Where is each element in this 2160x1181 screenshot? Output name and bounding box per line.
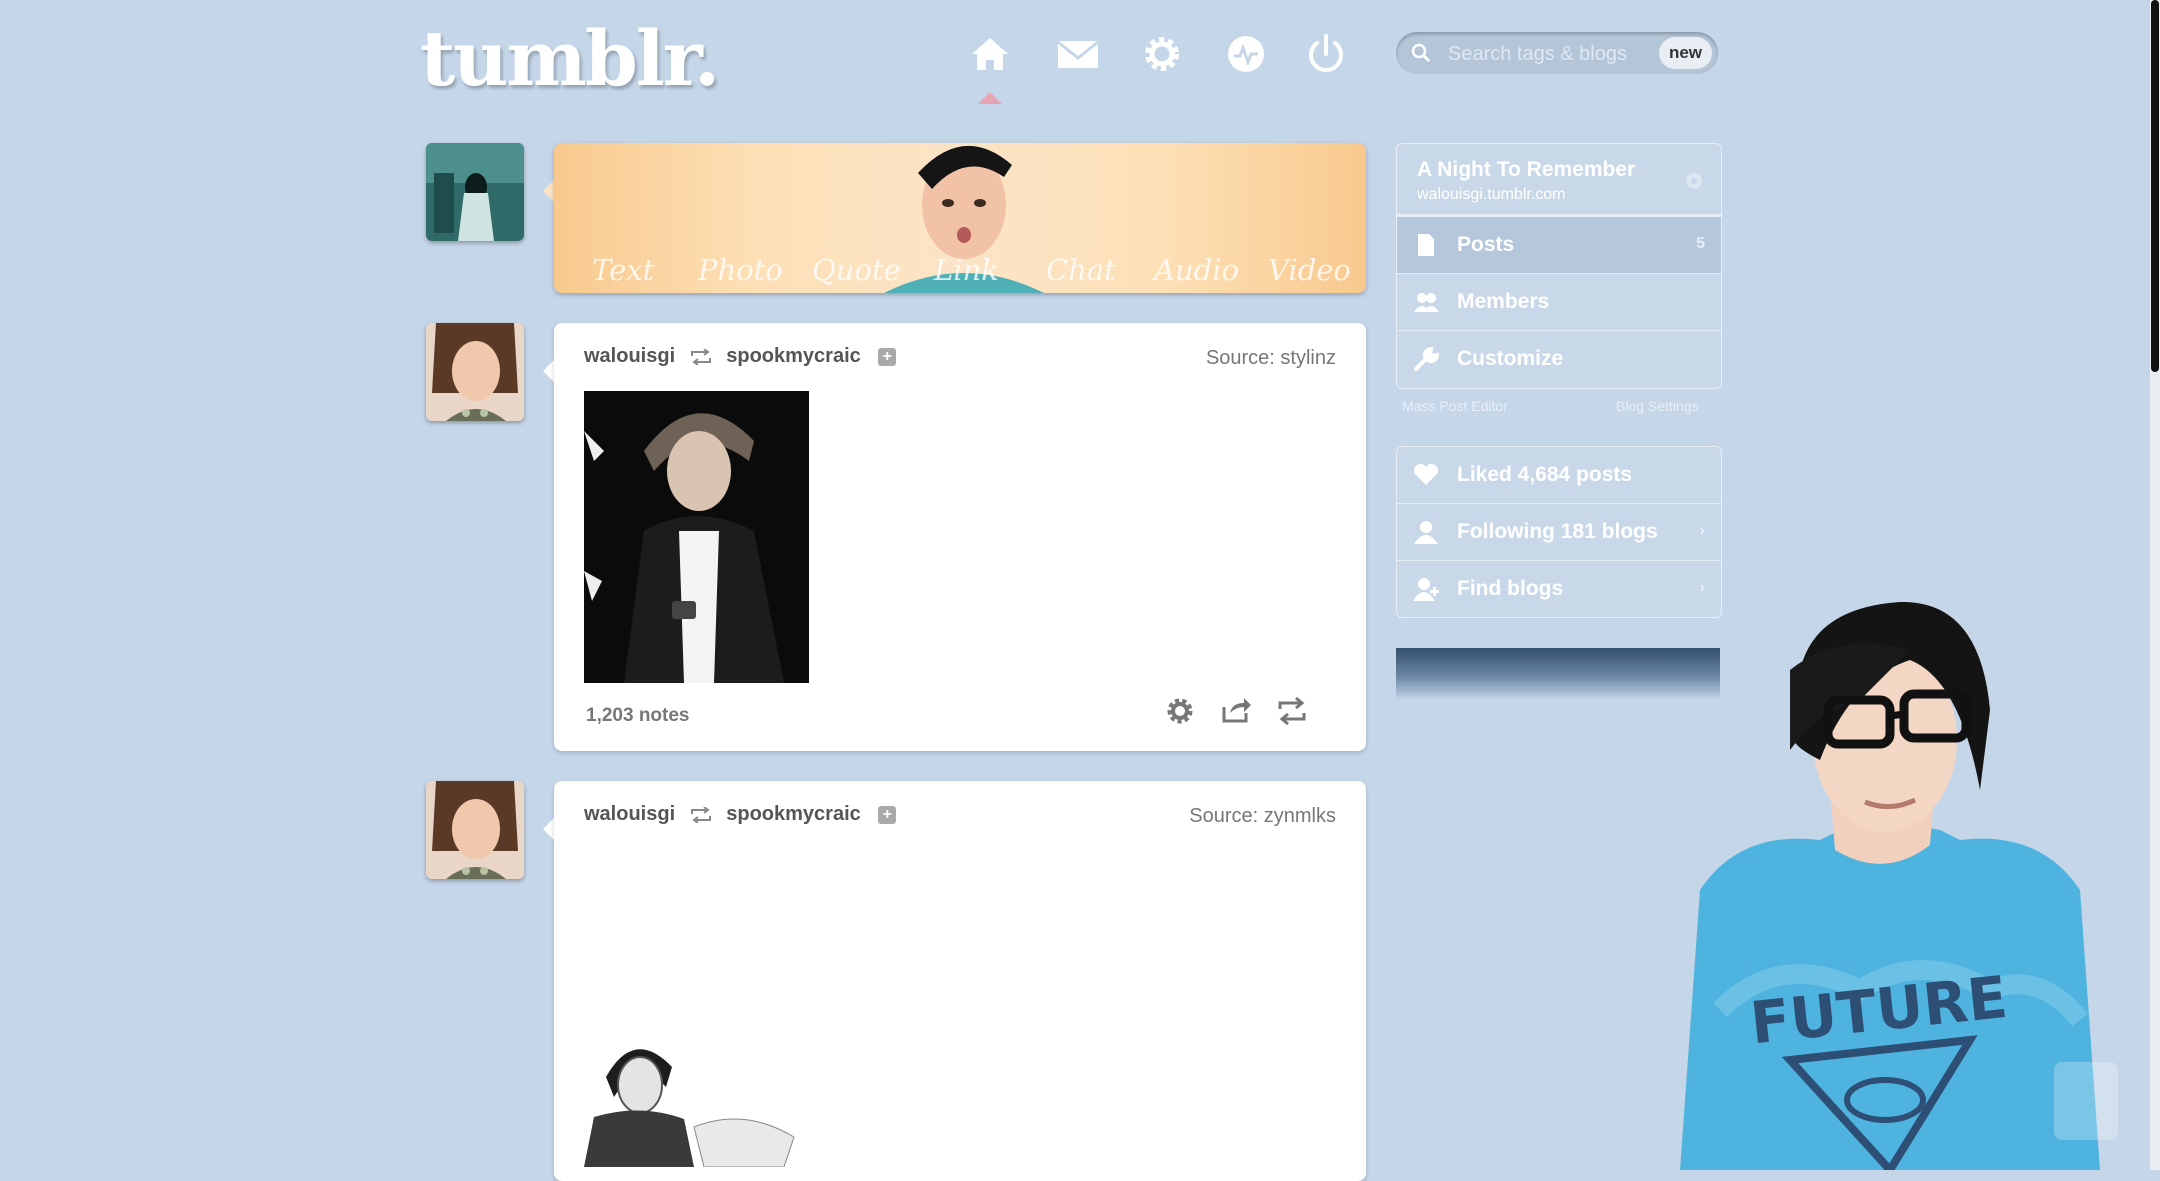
new-badge: new	[1658, 37, 1712, 69]
members-icon	[1414, 293, 1439, 312]
post: walouisgi spookmycraic + Source: stylinz…	[554, 323, 1366, 751]
post-source[interactable]: Source: stylinz	[1206, 347, 1336, 370]
follow-plus-icon[interactable]: +	[878, 347, 897, 366]
post-type-photo[interactable]: Photo	[698, 253, 783, 287]
sidebar-item-label: Members	[1457, 290, 1550, 313]
reblogged-from[interactable]: spookmycraic	[726, 803, 861, 825]
post-box-pointer	[543, 180, 554, 202]
wrench-icon	[1414, 347, 1439, 371]
active-nav-caret	[978, 92, 1002, 104]
sidebar-item-members[interactable]: Members	[1397, 273, 1721, 330]
posts-icon	[1418, 234, 1434, 256]
blog-url[interactable]: walouisgi.tumblr.com	[1417, 186, 1566, 204]
follow-plus-icon[interactable]: +	[878, 805, 897, 824]
post-type-chat[interactable]: Chat	[1046, 253, 1116, 287]
gear-icon[interactable]	[1138, 30, 1186, 78]
post: walouisgi spookmycraic + Source: zynmlks	[554, 781, 1366, 1181]
tumblr-logo[interactable]: tumblr.	[420, 14, 720, 103]
person-icon	[1414, 521, 1438, 544]
share-icon[interactable]	[1220, 693, 1252, 725]
sidebar-item-likes[interactable]: Liked 4,684 posts	[1397, 447, 1721, 503]
blog-gear-icon[interactable]	[1683, 170, 1705, 192]
post-type-video[interactable]: Video	[1268, 253, 1351, 287]
post-pointer	[543, 360, 554, 382]
post-source[interactable]: Source: zynmlks	[1189, 805, 1336, 828]
post-type-text[interactable]: Text	[592, 253, 654, 287]
mail-icon[interactable]	[1054, 30, 1102, 78]
sidebar-item-customize[interactable]: Customize	[1397, 330, 1721, 387]
scrollbar[interactable]	[2150, 0, 2160, 1170]
reblog-icon	[690, 806, 711, 823]
sidebar-item-following[interactable]: Following 181 blogs ›	[1397, 503, 1721, 560]
blog-menu: A Night To Remember walouisgi.tumblr.com…	[1396, 143, 1722, 389]
search-icon	[1411, 43, 1431, 63]
reblogged-from[interactable]: spookmycraic	[726, 345, 861, 367]
post-author[interactable]: walouisgi	[584, 803, 675, 825]
post-type-link[interactable]: Link	[934, 253, 999, 287]
blog-header[interactable]: A Night To Remember walouisgi.tumblr.com	[1397, 144, 1721, 216]
reblog-icon	[690, 348, 711, 365]
webcam-overlay-person: FUTURE	[1680, 601, 2100, 1170]
power-icon[interactable]	[1302, 30, 1350, 78]
sidebar-item-posts[interactable]: Posts 5	[1397, 216, 1721, 273]
sidebar-item-label: Posts	[1457, 233, 1515, 256]
notes-count[interactable]: 1,203 notes	[586, 705, 690, 727]
post-author-avatar[interactable]	[426, 781, 524, 879]
chevron-right-icon: ›	[1699, 522, 1705, 539]
heart-icon	[1413, 463, 1439, 485]
search-bar[interactable]: new	[1396, 32, 1718, 74]
scrollbar-thumb[interactable]	[2151, 0, 2159, 372]
user-avatar[interactable]	[426, 143, 524, 241]
post-pointer	[543, 818, 554, 840]
post-photo[interactable]	[584, 1027, 809, 1167]
search-input[interactable]	[1446, 38, 1650, 70]
post-type-quote[interactable]: Quote	[812, 253, 901, 287]
sidebar-item-label: Liked 4,684 posts	[1457, 463, 1633, 486]
post-header: walouisgi spookmycraic +	[584, 345, 897, 375]
posts-count: 5	[1696, 235, 1705, 252]
mass-post-editor-link[interactable]: Mass Post Editor	[1402, 398, 1508, 414]
post-type-audio[interactable]: Audio	[1154, 253, 1239, 287]
post-gear-icon[interactable]	[1164, 695, 1196, 727]
reblog-button-icon[interactable]	[1276, 695, 1308, 727]
help-icon[interactable]	[2054, 1062, 2118, 1140]
sidebar-item-label: Following 181 blogs	[1457, 520, 1658, 543]
sidebar-item-label: Find blogs	[1457, 577, 1564, 600]
find-blogs-icon	[1413, 578, 1439, 601]
post-author[interactable]: walouisgi	[584, 345, 675, 367]
post-photo[interactable]	[584, 391, 809, 683]
home-icon[interactable]	[966, 30, 1014, 78]
sidebar-item-label: Customize	[1457, 347, 1564, 370]
blog-title[interactable]: A Night To Remember	[1417, 158, 1635, 182]
blog-settings-link[interactable]: Blog Settings	[1616, 398, 1699, 414]
new-post-box: Text Photo Quote Link Chat Audio Video	[554, 143, 1366, 293]
activity-icon[interactable]	[1222, 30, 1270, 78]
post-header: walouisgi spookmycraic +	[584, 803, 897, 833]
post-author-avatar[interactable]	[426, 323, 524, 421]
